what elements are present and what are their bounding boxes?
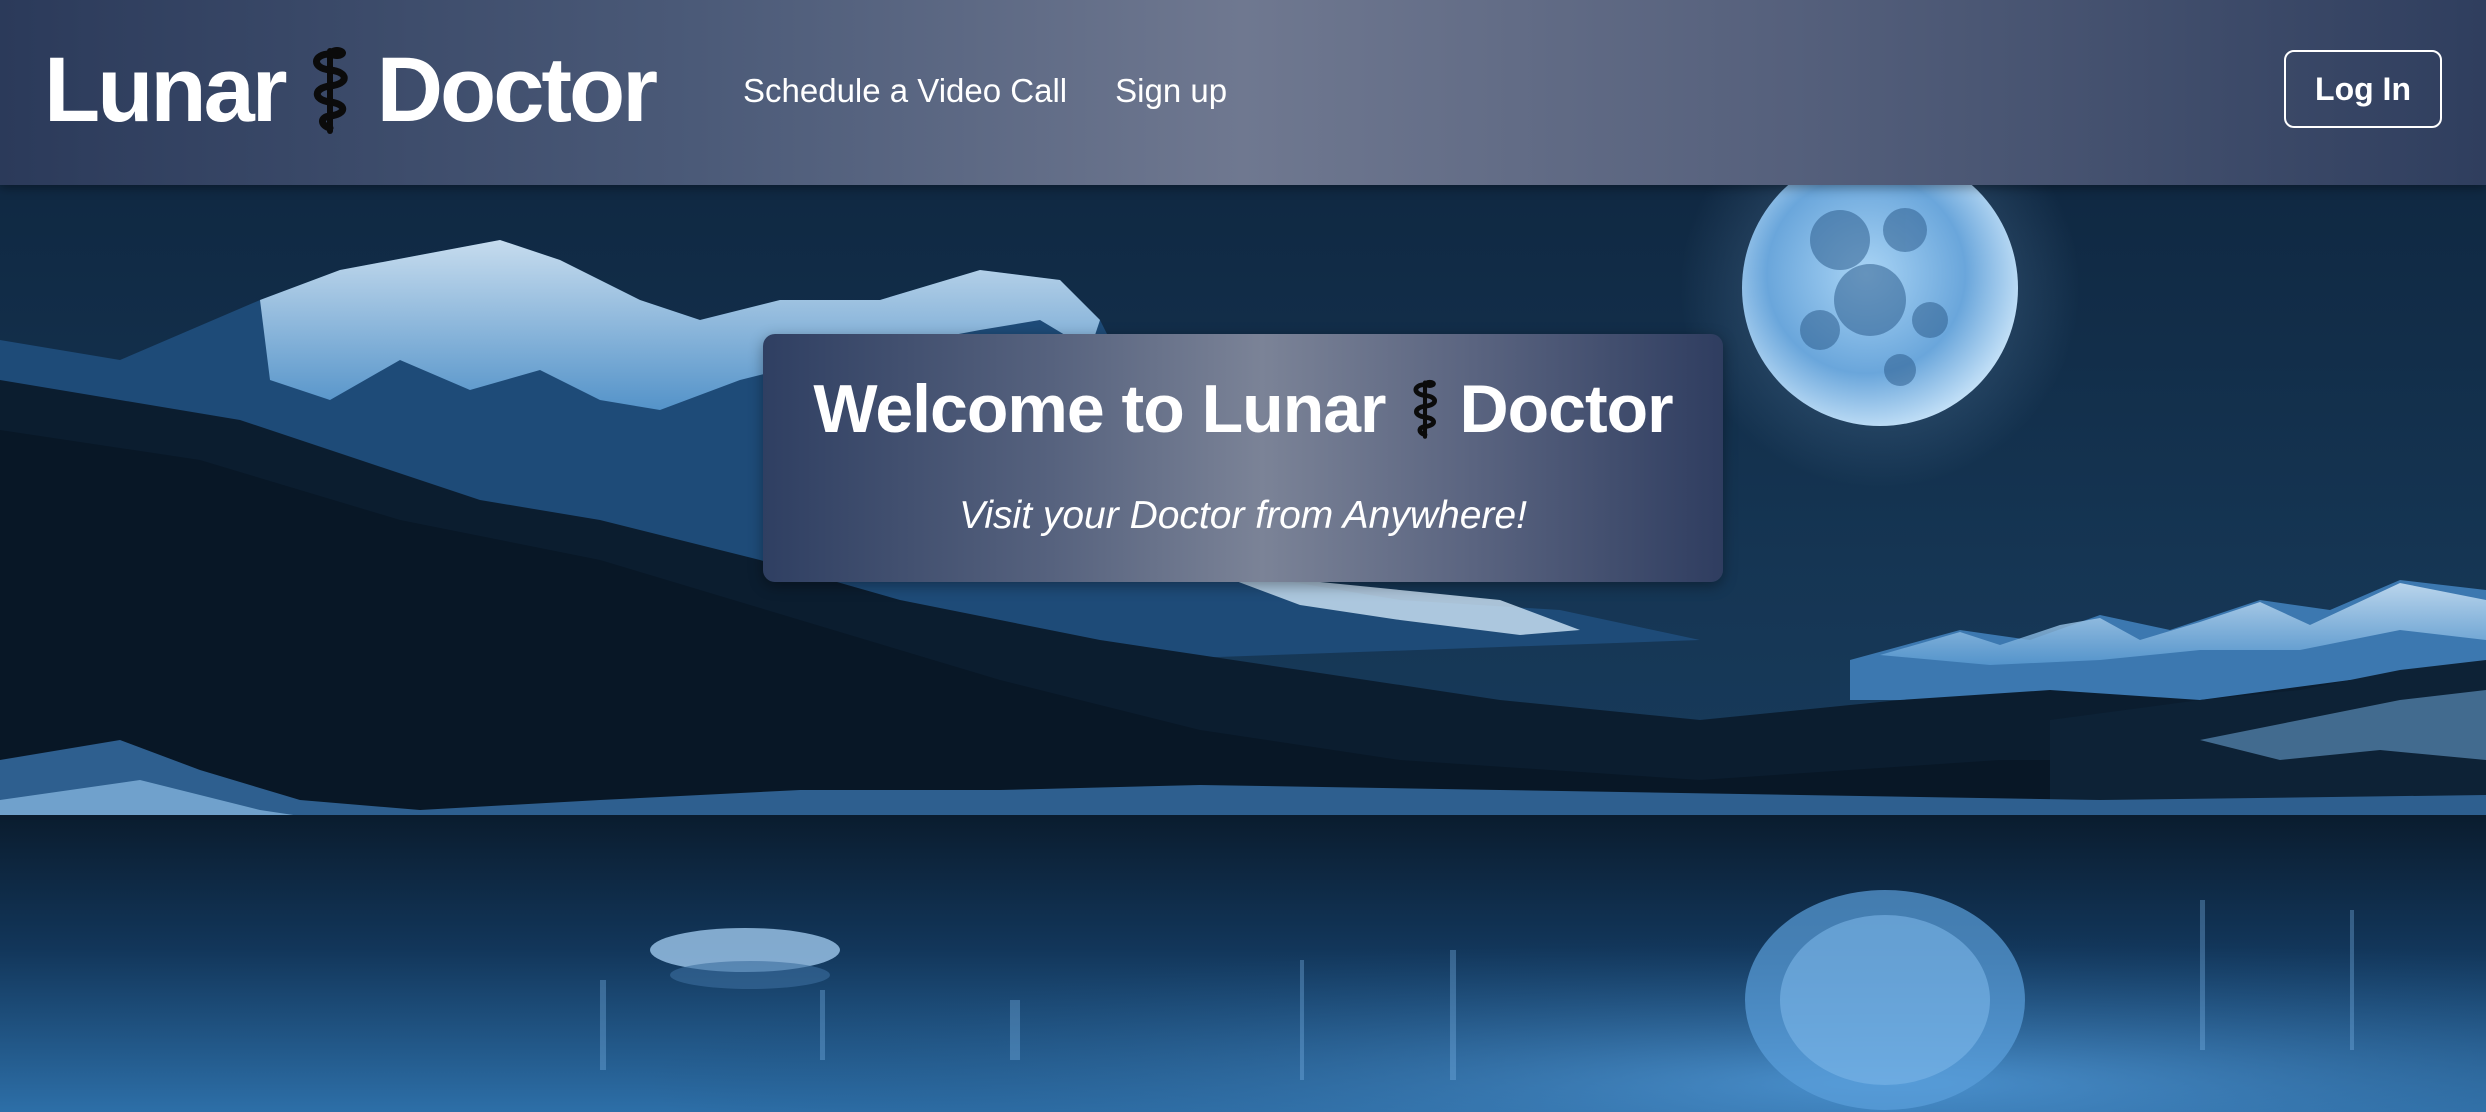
brand-text-right: Doctor: [376, 38, 658, 141]
welcome-card: Welcome to Lunar Doctor Visit your Docto…: [763, 334, 1723, 582]
nav-links: Schedule a Video Call Sign up: [743, 60, 1227, 122]
nav-link-sign-up[interactable]: Sign up: [1115, 72, 1227, 110]
caduceus-icon: [299, 44, 361, 136]
login-button[interactable]: Log In: [2284, 50, 2442, 128]
welcome-subtitle: Visit your Doctor from Anywhere!: [959, 494, 1527, 537]
top-navbar: Lunar Doctor Schedule a Video Call Sign …: [0, 0, 2486, 185]
nav-link-schedule-video-call[interactable]: Schedule a Video Call: [743, 72, 1067, 110]
welcome-heading-left: Welcome to Lunar: [813, 371, 1386, 447]
brand-logo[interactable]: Lunar Doctor: [44, 30, 658, 150]
brand-text-left: Lunar: [44, 38, 288, 141]
page: Lunar Doctor Schedule a Video Call Sign …: [0, 0, 2486, 1112]
welcome-heading: Welcome to Lunar Doctor: [763, 370, 1723, 448]
welcome-heading-right: Doctor: [1459, 371, 1674, 447]
caduceus-icon: [1404, 376, 1446, 442]
